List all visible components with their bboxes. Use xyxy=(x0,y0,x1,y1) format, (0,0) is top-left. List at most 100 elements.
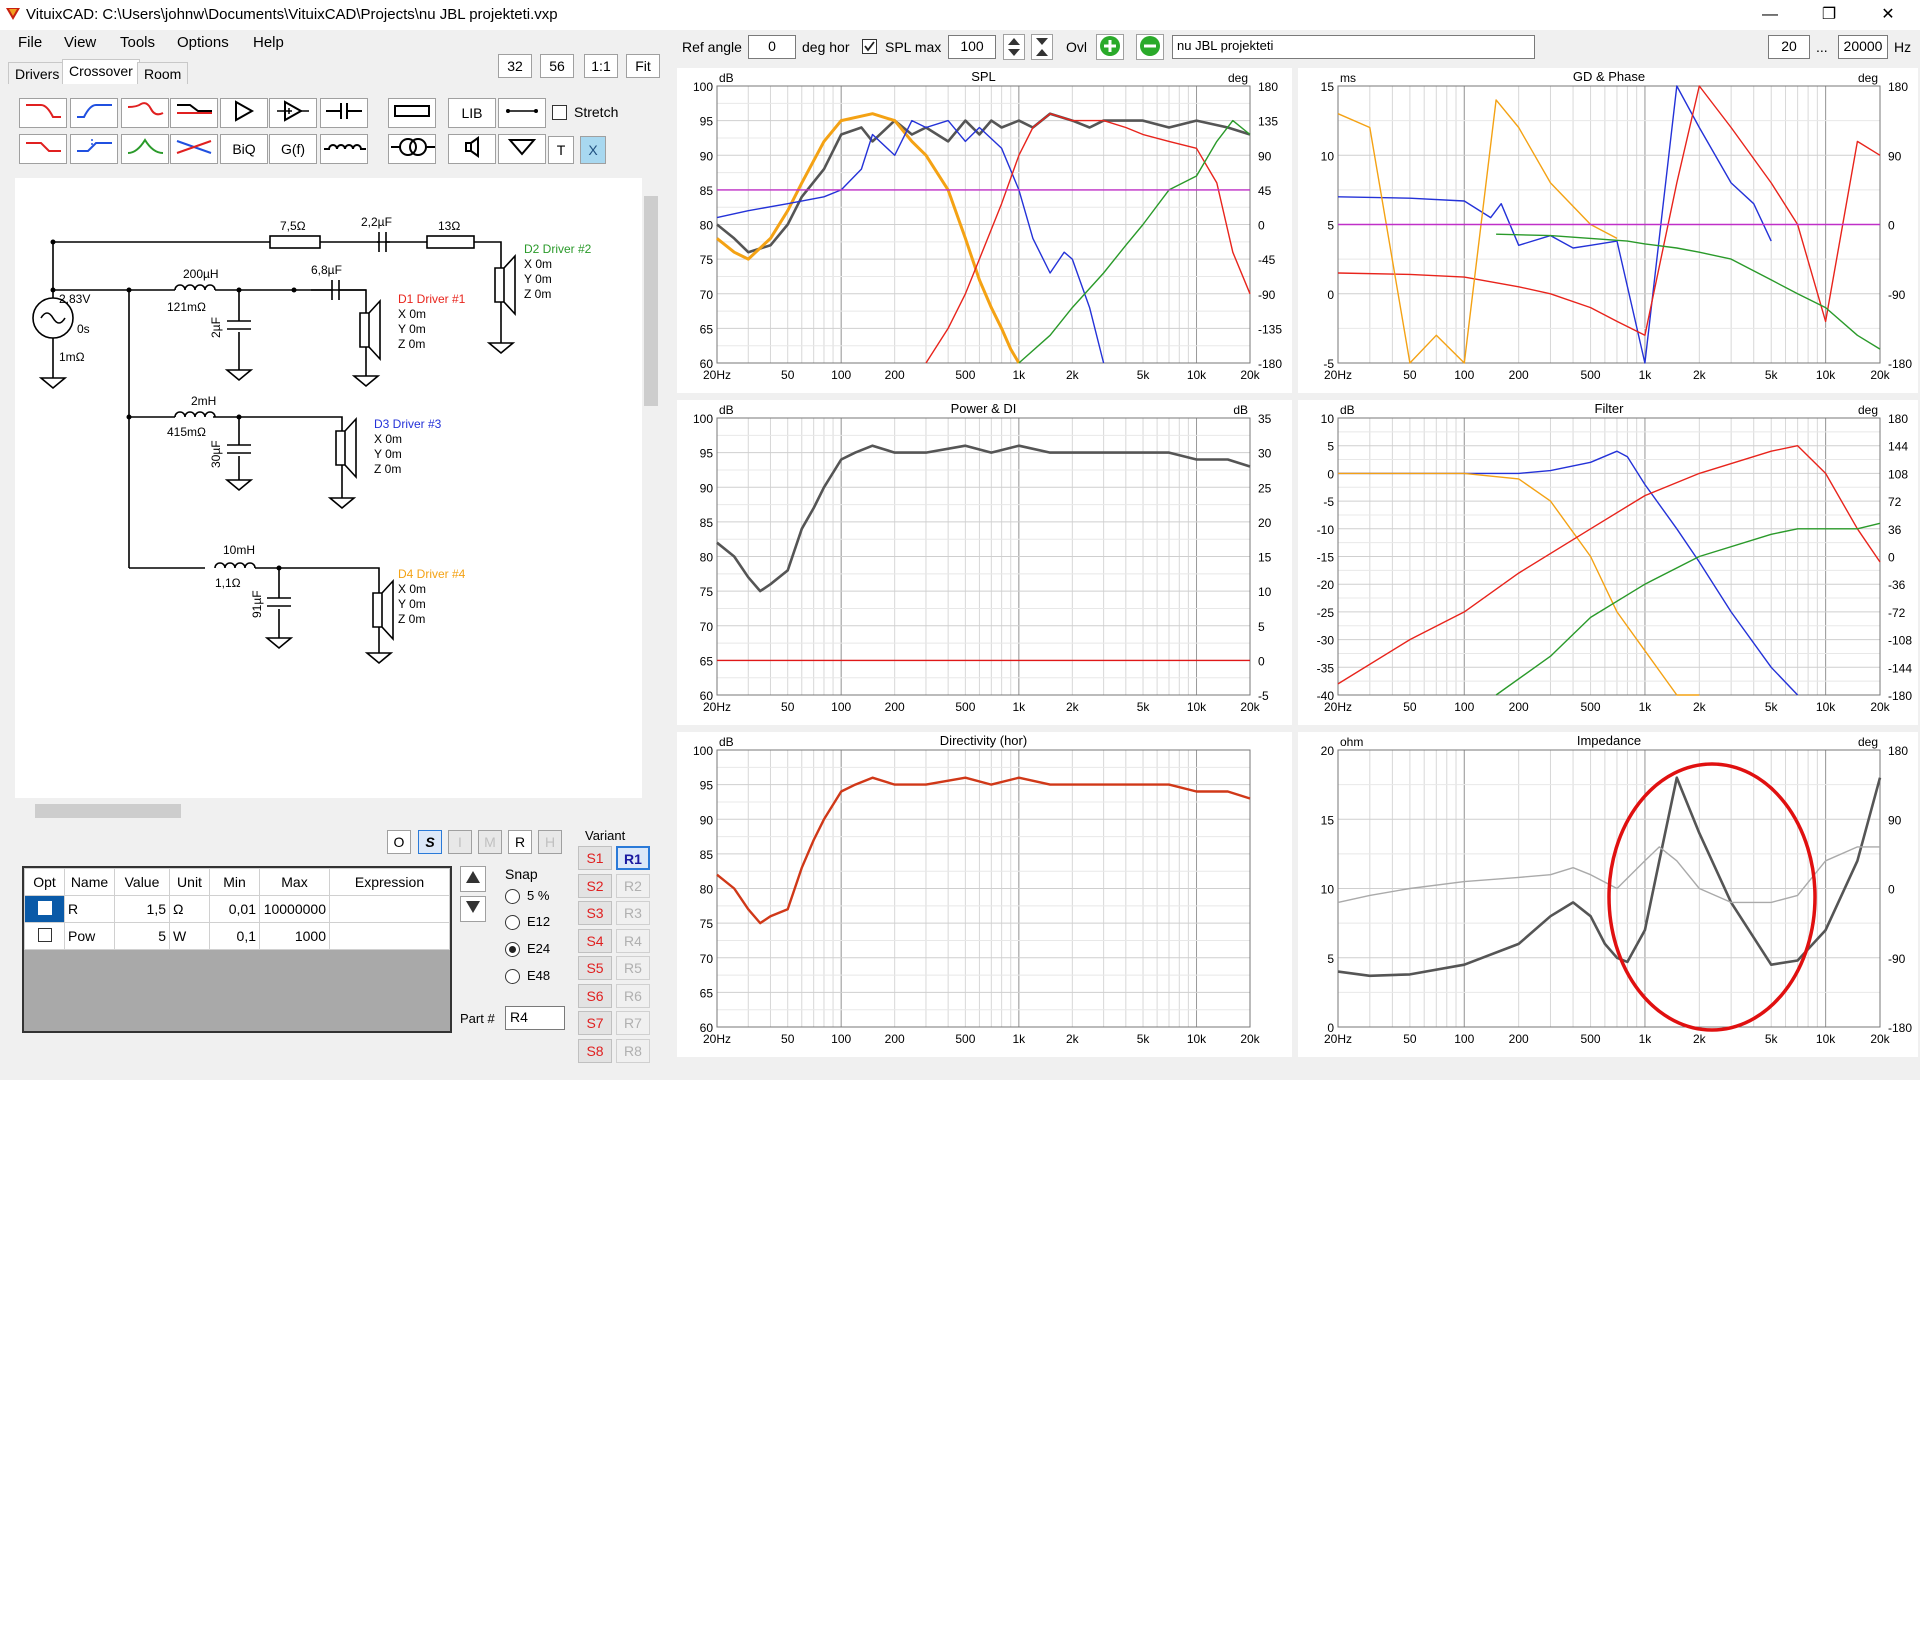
biquad-button[interactable]: BiQ xyxy=(220,134,268,164)
table-row[interactable]: R 1,5 Ω 0,01 10000000 xyxy=(24,895,450,923)
ref-angle-input[interactable]: 0 xyxy=(748,35,796,59)
gd-phase-chart[interactable]: 15 10 5 0 -5 180 90 0 -90 -180 20Hz 50 100 200 500 1k 2k… xyxy=(1298,68,1918,393)
highpass-2-button[interactable] xyxy=(70,134,118,164)
param-expression[interactable] xyxy=(329,922,450,950)
param-value[interactable]: 5 xyxy=(114,922,170,950)
col-opt[interactable]: Opt xyxy=(24,868,65,896)
spl-compress-button[interactable] xyxy=(1031,34,1053,60)
mode-r-button[interactable]: R xyxy=(508,830,532,854)
parameter-grid[interactable]: Opt Name Value Unit Min Max Expression R… xyxy=(22,866,452,1033)
crossover-schematic[interactable]: 7,5Ω 2,2µF 13Ω 200µH 121mΩ 6,8µF 2µF 2mH… xyxy=(15,178,642,798)
table-row[interactable]: Pow 5 W 0,1 1000 xyxy=(24,922,450,950)
move-up-button[interactable] xyxy=(460,866,486,892)
lowpass-filter-button[interactable] xyxy=(19,98,67,128)
col-max[interactable]: Max xyxy=(259,868,330,896)
snap-5pct-radio[interactable] xyxy=(505,889,520,904)
menu-help[interactable]: Help xyxy=(253,34,284,51)
variant-r5-button[interactable]: R5 xyxy=(616,956,650,980)
scrollbar-thumb[interactable] xyxy=(35,804,181,818)
project-name-input[interactable]: nu JBL projekteti xyxy=(1172,35,1535,59)
library-button[interactable]: LIB xyxy=(448,98,496,128)
freq-max-input[interactable]: 20000 xyxy=(1838,35,1888,59)
variant-s6-button[interactable]: S6 xyxy=(578,984,612,1008)
menu-view[interactable]: View xyxy=(64,34,96,51)
capacitor-button[interactable] xyxy=(320,98,368,128)
freq-min-input[interactable]: 20 xyxy=(1768,35,1810,59)
highpass-filter-button[interactable] xyxy=(70,98,118,128)
directivity-chart[interactable]: 100 95 90 85 80 75 70 65 60 20Hz 50 100 200 500 1k 2k 5k… xyxy=(677,732,1292,1057)
spl-max-input[interactable]: 100 xyxy=(948,35,996,59)
variant-r6-button[interactable]: R6 xyxy=(616,984,650,1008)
variant-r3-button[interactable]: R3 xyxy=(616,901,650,925)
menu-options[interactable]: Options xyxy=(177,34,229,51)
shelf-filter-button[interactable] xyxy=(170,98,218,128)
col-min[interactable]: Min xyxy=(209,868,260,896)
col-value[interactable]: Value xyxy=(114,868,170,896)
col-expression[interactable]: Expression xyxy=(329,868,450,896)
param-expression[interactable] xyxy=(329,895,450,923)
variant-r1-button[interactable]: R1 xyxy=(616,846,650,870)
close-button[interactable]: ✕ xyxy=(1865,0,1911,30)
variant-r8-button[interactable]: R8 xyxy=(616,1039,650,1063)
mode-h-button[interactable]: H xyxy=(538,830,562,854)
menu-tools[interactable]: Tools xyxy=(120,34,155,51)
mode-s-button[interactable]: S xyxy=(418,830,442,854)
zoom-1to1-button[interactable]: 1:1 xyxy=(584,54,618,78)
restore-button[interactable]: ❐ xyxy=(1806,0,1852,30)
snap-e12-radio[interactable] xyxy=(505,915,520,930)
variant-r4-button[interactable]: R4 xyxy=(616,929,650,953)
scrollbar-thumb[interactable] xyxy=(644,196,658,406)
ground-button[interactable] xyxy=(498,134,546,164)
menu-file[interactable]: File xyxy=(18,34,42,51)
schematic-horizontal-scrollbar[interactable] xyxy=(15,800,642,822)
variant-s2-button[interactable]: S2 xyxy=(578,874,612,898)
wire-button[interactable] xyxy=(498,98,546,128)
opt-checkbox[interactable] xyxy=(24,922,65,950)
snap-e48-radio[interactable] xyxy=(505,969,520,984)
notch-filter-button[interactable] xyxy=(121,98,169,128)
lowpass-2-button[interactable] xyxy=(19,134,67,164)
allpass-button[interactable] xyxy=(170,134,218,164)
variant-s3-button[interactable]: S3 xyxy=(578,901,612,925)
tab-drivers[interactable]: Drivers xyxy=(8,62,67,84)
mode-i-button[interactable]: I xyxy=(448,830,472,854)
text-button[interactable]: T xyxy=(548,136,574,164)
add-overlay-button[interactable] xyxy=(1096,34,1124,60)
remove-overlay-button[interactable] xyxy=(1136,34,1164,60)
stretch-checkbox[interactable] xyxy=(552,105,567,120)
zoom-32-button[interactable]: 32 xyxy=(498,54,532,78)
param-min[interactable]: 0,1 xyxy=(209,922,260,950)
move-down-button[interactable] xyxy=(460,896,486,922)
transformer-button[interactable] xyxy=(388,134,436,164)
variant-r7-button[interactable]: R7 xyxy=(616,1011,650,1035)
inductor-button[interactable] xyxy=(320,134,368,164)
variant-s1-button[interactable]: S1 xyxy=(578,846,612,870)
spl-chart[interactable]: 100 95 90 85 80 75 70 65 60 180 135 90 45 0 -45 -90 -135… xyxy=(677,68,1292,393)
minimize-button[interactable]: — xyxy=(1747,0,1793,30)
schematic-vertical-scrollbar[interactable] xyxy=(642,178,660,798)
param-min[interactable]: 0,01 xyxy=(209,895,260,923)
power-di-chart[interactable]: 100 95 90 85 80 75 70 65 60 35 30 25 20 15 10 5 0 -5 20Hz 5… xyxy=(677,400,1292,725)
zoom-fit-button[interactable]: Fit xyxy=(626,54,660,78)
part-input[interactable]: R4 xyxy=(505,1006,565,1030)
gf-button[interactable]: G(f) xyxy=(269,134,317,164)
variant-s7-button[interactable]: S7 xyxy=(578,1011,612,1035)
tab-crossover[interactable]: Crossover xyxy=(62,59,140,84)
spl-max-checkbox[interactable] xyxy=(862,39,877,54)
bandpass-button[interactable] xyxy=(121,134,169,164)
col-unit[interactable]: Unit xyxy=(169,868,210,896)
delete-button[interactable]: X xyxy=(580,136,606,164)
filter-chart[interactable]: 10 5 0 -5 -10 -15 -20 -25 -30 -35 -40 180 144 108 72 36… xyxy=(1298,400,1918,725)
opamp-button[interactable] xyxy=(269,98,317,128)
mode-m-button[interactable]: M xyxy=(478,830,502,854)
resistor-button[interactable] xyxy=(388,98,436,128)
tab-room[interactable]: Room xyxy=(137,62,189,84)
spl-updown-button[interactable] xyxy=(1003,34,1025,60)
snap-e24-radio[interactable] xyxy=(505,942,520,957)
param-max[interactable]: 10000000 xyxy=(259,895,330,923)
param-value[interactable]: 1,5 xyxy=(114,895,170,923)
opt-checkbox[interactable] xyxy=(24,895,65,923)
driver-button[interactable] xyxy=(448,134,496,164)
variant-s5-button[interactable]: S5 xyxy=(578,956,612,980)
mode-o-button[interactable]: O xyxy=(387,830,411,854)
